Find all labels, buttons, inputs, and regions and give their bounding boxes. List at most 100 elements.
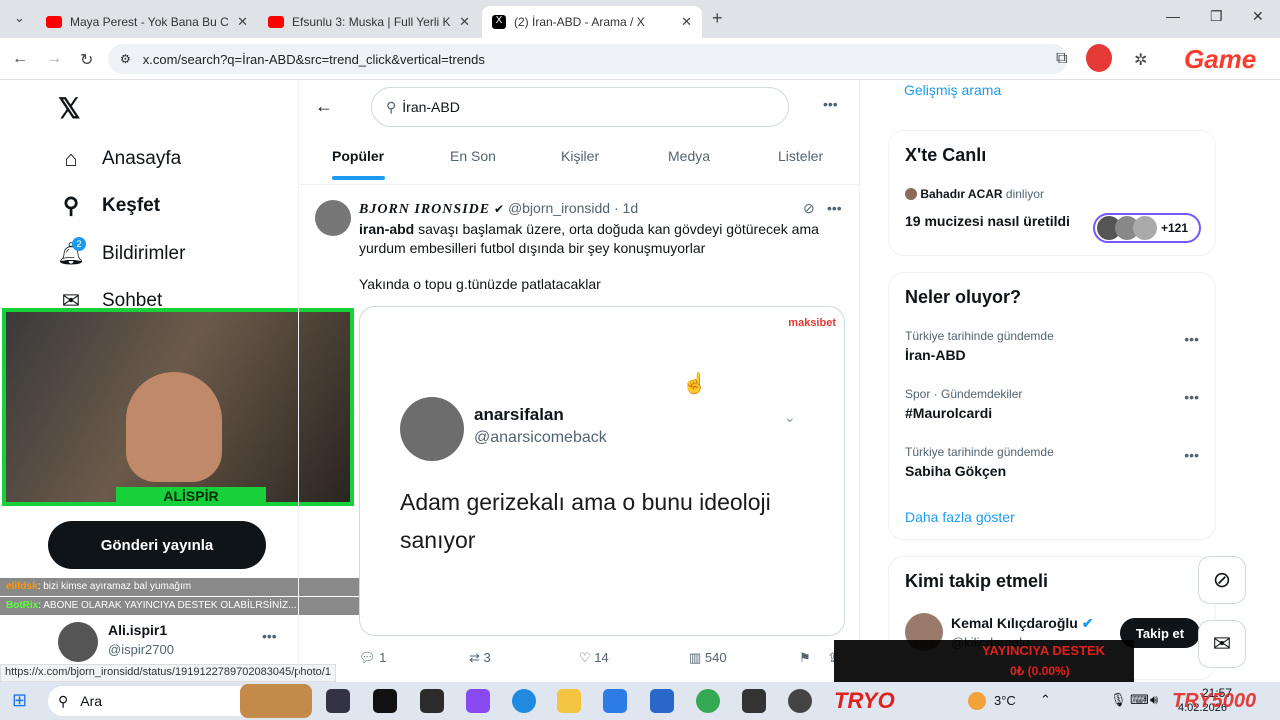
tab-latest[interactable]: En Son: [450, 148, 496, 164]
more-icon[interactable]: •••: [1184, 331, 1199, 347]
grok-icon[interactable]: ⊘: [1198, 556, 1246, 604]
chat-user: elifdsk: [6, 581, 38, 592]
browser-tab-bar: Maya Perest - Yok Bana Bu Ciha ✕ Efsunlu…: [0, 0, 1280, 38]
trend-context: Türkiye tarihinde gündemde: [905, 445, 1054, 459]
x-logo-icon[interactable]: 𝕏: [58, 92, 81, 125]
nav-notifications[interactable]: 🔔︎ 2 Bildirimler: [57, 237, 185, 267]
windows-start-icon[interactable]: ⊞: [12, 690, 27, 711]
more-icon[interactable]: •••: [827, 200, 842, 216]
taskbar-search[interactable]: ⚲ Ara: [48, 686, 264, 716]
live-host[interactable]: Bahadır ACAR dinliyor: [905, 187, 1044, 201]
maximize-icon[interactable]: ❐: [1210, 8, 1223, 25]
tab-media[interactable]: Medya: [668, 148, 710, 164]
live-listeners[interactable]: +121: [1093, 213, 1201, 243]
close-tab-icon[interactable]: ✕: [237, 14, 248, 30]
taskbar-thumbnail: [240, 684, 312, 718]
watermark-brand: maksibet: [788, 317, 836, 329]
forward-icon[interactable]: →: [46, 50, 62, 68]
tiktok-icon[interactable]: [373, 689, 397, 713]
follow-name-row[interactable]: Kemal Kılıçdaroğlu ✔: [951, 615, 1093, 632]
more-icon[interactable]: •••: [823, 96, 838, 112]
taskbar-search-label: Ara: [80, 693, 103, 709]
epic-games-icon[interactable]: [420, 689, 444, 713]
new-tab-button[interactable]: +: [712, 8, 723, 29]
nav-home[interactable]: ⌂ Anasayfa: [58, 146, 181, 172]
reload-icon[interactable]: ↻: [80, 50, 93, 70]
separator: ·: [613, 200, 619, 216]
tab-lists[interactable]: Listeler: [778, 148, 823, 164]
tab-list-icon[interactable]: ⌄: [14, 10, 25, 26]
browser-tab-2[interactable]: Efsunlu 3: Muska | Full Yerli Kor ✕: [258, 6, 480, 38]
chat-user: BotRix: [6, 600, 39, 611]
nav-explore[interactable]: ⚲ Keşfet: [58, 193, 160, 219]
advanced-search-link[interactable]: Gelişmiş arama: [904, 82, 1001, 98]
post-button[interactable]: Gönderi yayınla: [48, 521, 266, 569]
like-count: 14: [594, 650, 609, 665]
chevron-down-icon: ⌄: [784, 409, 796, 425]
divider: [299, 184, 859, 185]
install-app-icon[interactable]: ⧉: [1056, 50, 1067, 68]
close-tab-icon[interactable]: ✕: [681, 14, 692, 30]
trend-item[interactable]: Türkiye tarihinde gündemde İran-ABD: [905, 329, 1054, 363]
tab-title: (2) İran-ABD - Arama / X: [514, 15, 645, 29]
like-button[interactable]: ♡ 14: [579, 650, 609, 666]
messages-icon[interactable]: ✉: [1198, 620, 1246, 668]
tweet-time[interactable]: 1d: [623, 200, 639, 216]
retweet-button[interactable]: ⇄ 3: [469, 650, 491, 666]
show-more-link[interactable]: Daha fazla göster: [905, 509, 1015, 525]
network-icon[interactable]: ⌨: [1130, 692, 1149, 708]
reply-button[interactable]: 💬︎ 1: [359, 650, 386, 666]
main-column: ← ⚲ İran-ABD ••• Popüler En Son Kişiler …: [298, 80, 860, 680]
grok-icon[interactable]: ⊘: [803, 200, 815, 217]
account-switcher[interactable]: Ali.ispir1 @ispir2700 •••: [58, 620, 282, 664]
tray-chevron-icon[interactable]: ⌃: [1040, 692, 1051, 708]
edge-icon[interactable]: [512, 689, 536, 713]
views-button[interactable]: ▥ 540: [689, 650, 727, 666]
streamer-name: ALİSPİR: [116, 487, 266, 505]
store-icon[interactable]: [603, 689, 627, 713]
chrome-icon[interactable]: [696, 689, 720, 713]
file-explorer-icon[interactable]: [557, 689, 581, 713]
author-name[interactable]: BJORN IRONSIDE: [359, 202, 490, 217]
close-window-icon[interactable]: ✕: [1252, 8, 1264, 25]
live-user: Bahadır ACAR: [920, 187, 1003, 201]
more-icon[interactable]: •••: [1184, 447, 1199, 463]
listener-count: +121: [1161, 221, 1189, 235]
microphone-icon[interactable]: 🎙︎: [1110, 692, 1127, 708]
search-icon: ⚲: [62, 193, 80, 218]
more-icon[interactable]: •••: [1184, 389, 1199, 405]
retweet-count: 3: [483, 650, 491, 665]
volume-icon[interactable]: 🔊︎: [1150, 692, 1158, 708]
extensions-icon[interactable]: ✲: [1134, 50, 1147, 70]
status-url: https://x.com/bjorn_ironsidd/status/1919…: [0, 664, 336, 682]
tab-people[interactable]: Kişiler: [561, 148, 599, 164]
search-input[interactable]: ⚲ İran-ABD: [371, 87, 789, 127]
browser-tab-3[interactable]: X (2) İran-ABD - Arama / X ✕: [482, 6, 702, 38]
site-info-icon[interactable]: ⚙: [120, 52, 131, 66]
tab-popular[interactable]: Popüler: [332, 148, 384, 164]
copilot-icon[interactable]: [466, 689, 490, 713]
back-arrow-icon[interactable]: ←: [315, 96, 333, 117]
task-view-icon[interactable]: [326, 689, 350, 713]
outlook-icon[interactable]: [650, 689, 674, 713]
tweet-image[interactable]: maksibet anarsifalan @anarsicomeback ⌄ A…: [359, 306, 845, 636]
url-field[interactable]: ⚙ x.com/search?q=İran-ABD&src=trend_clic…: [108, 44, 1068, 74]
back-icon[interactable]: ←: [12, 50, 28, 68]
minimize-icon[interactable]: —: [1166, 8, 1180, 24]
avatar[interactable]: [315, 200, 351, 236]
account-name: Ali.ispir1: [108, 622, 168, 638]
live-topic[interactable]: 19 mucizesi nasıl üretildi: [905, 213, 1070, 229]
bookmark-icon[interactable]: ⚑: [799, 650, 811, 666]
trend-item[interactable]: Spor · Gündemdekiler #Maurolcardi: [905, 387, 1022, 421]
browser-tab-1[interactable]: Maya Perest - Yok Bana Bu Ciha ✕: [36, 6, 258, 38]
donation-label: YAYINCIYA DESTEK: [982, 643, 1106, 658]
obs-icon[interactable]: [788, 689, 812, 713]
donation-value: 0₺ (0.00%): [1010, 664, 1070, 678]
avatar: [905, 188, 917, 200]
app-icon[interactable]: [742, 689, 766, 713]
close-tab-icon[interactable]: ✕: [459, 14, 470, 30]
author-handle[interactable]: @bjorn_ironsidd: [508, 200, 610, 216]
trend-item[interactable]: Türkiye tarihinde gündemde Sabiha Gökçen: [905, 445, 1054, 479]
heart-icon: ♡: [579, 650, 591, 665]
tweet[interactable]: BJORN IRONSIDE ✔ @bjorn_ironsidd · 1d ⊘ …: [299, 190, 859, 680]
